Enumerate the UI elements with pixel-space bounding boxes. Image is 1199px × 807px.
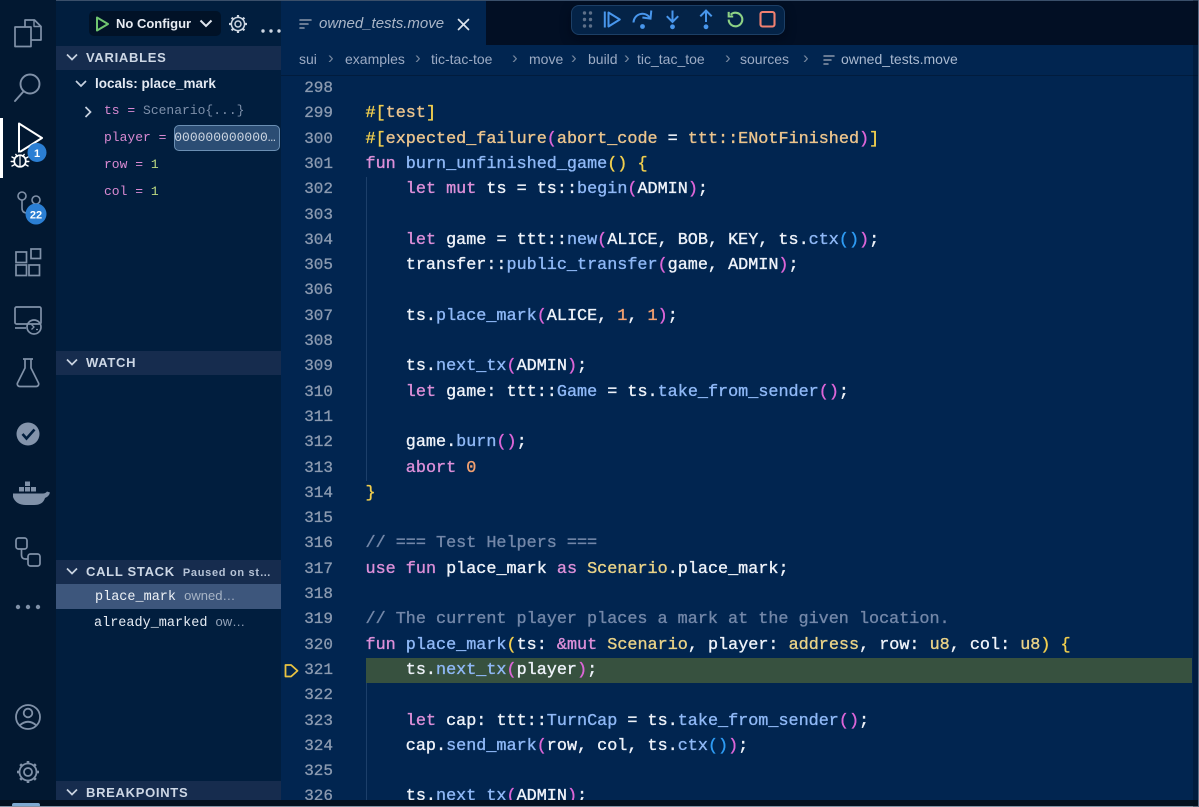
svg-text:1: 1 [34,148,40,160]
svg-text:22: 22 [30,210,42,222]
